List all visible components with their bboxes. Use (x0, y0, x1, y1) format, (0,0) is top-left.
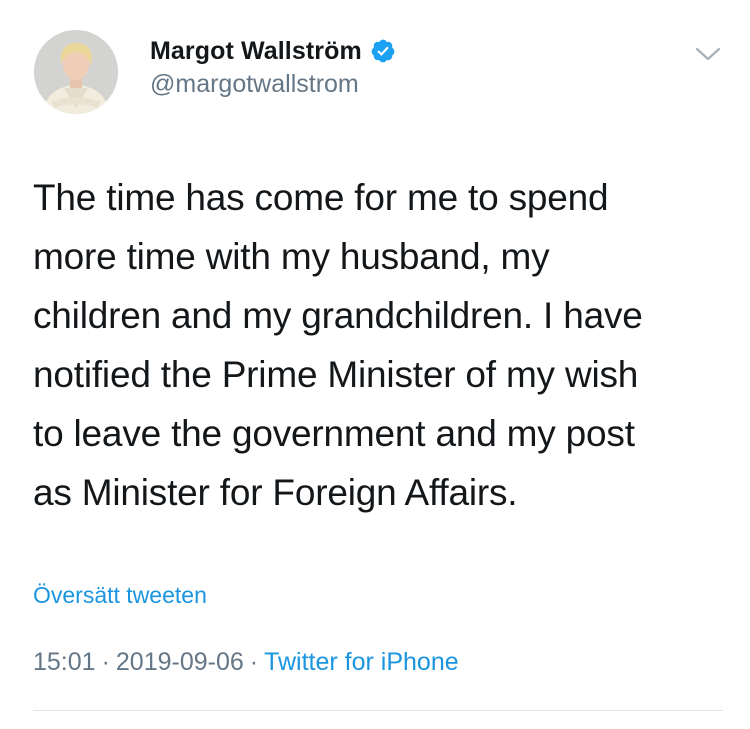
avatar-image (34, 30, 118, 114)
tweet-source-link[interactable]: Twitter for iPhone (264, 648, 459, 676)
tweet-metadata: 15:01 · 2019-09-06 · Twitter for iPhone (33, 648, 459, 677)
author-name-row: Margot Wallström (150, 34, 396, 68)
tweet-date[interactable]: 2019-09-06 (116, 648, 244, 676)
meta-separator: · (101, 648, 110, 676)
display-name[interactable]: Margot Wallström (150, 37, 362, 66)
divider (33, 710, 723, 711)
avatar[interactable] (34, 30, 118, 114)
author-handle[interactable]: @margotwallstrom (150, 70, 359, 99)
tweet-time[interactable]: 15:01 (33, 648, 96, 676)
tweet-card: Margot Wallström @margotwallstrom The ti… (0, 0, 750, 729)
meta-separator: · (249, 648, 259, 676)
translate-tweet-link[interactable]: Översätt tweeten (33, 582, 207, 609)
verified-badge-icon (370, 38, 396, 64)
chevron-down-icon[interactable] (691, 40, 725, 66)
tweet-text: The time has come for me to spend more t… (33, 177, 643, 513)
